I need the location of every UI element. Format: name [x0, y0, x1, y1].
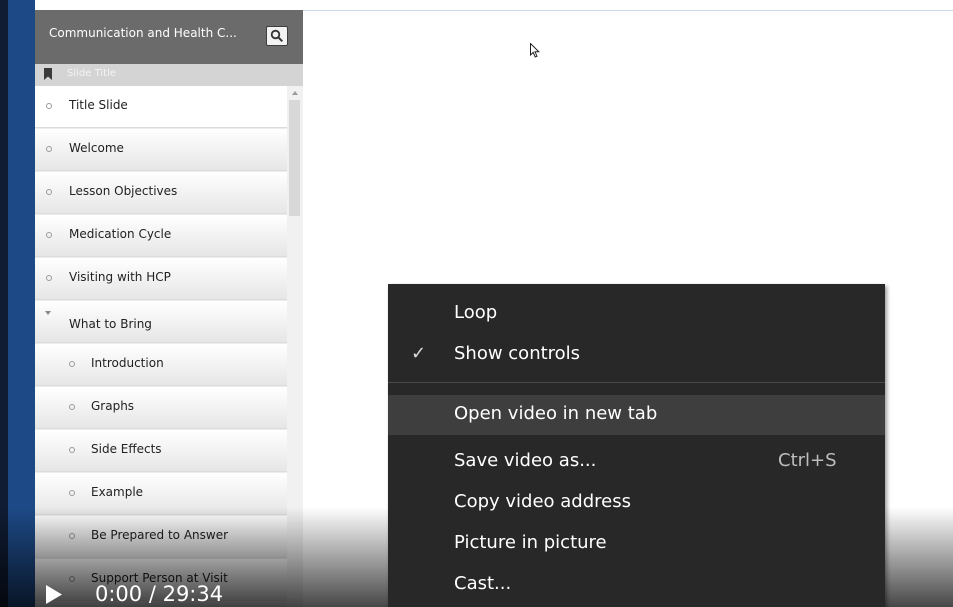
slide-list-item-label: What to Bring: [69, 317, 152, 331]
context-menu-item-label: Cast...: [454, 573, 512, 594]
slide-list-item[interactable]: Lesson Objectives: [35, 172, 287, 214]
content-top-border: [303, 10, 953, 11]
keyboard-shortcut: Ctrl+S: [778, 450, 837, 471]
context-menu-item-label: Copy video address: [454, 491, 631, 512]
bullet-icon: [46, 232, 52, 238]
menu-separator: [388, 382, 885, 383]
context-menu-item[interactable]: Cast...: [388, 565, 885, 605]
slide-list-item-label: Lesson Objectives: [69, 184, 178, 198]
slide-list-item-label: Visiting with HCP: [69, 270, 171, 284]
expand-arrow-icon[interactable]: [45, 311, 51, 315]
slide-list-item[interactable]: Medication Cycle: [35, 215, 287, 257]
column-header-label: Slide Title: [67, 68, 117, 79]
context-menu-item-label: Open video in new tab: [454, 403, 658, 424]
checkmark-icon: ✓: [411, 343, 427, 364]
slide-list-item-label: Side Effects: [91, 442, 162, 456]
context-menu-item-label: Loop: [454, 302, 498, 323]
slide-list-item-label: Example: [91, 485, 144, 499]
scrollbar-thumb[interactable]: [289, 100, 300, 216]
slide-list-item-label: Welcome: [69, 141, 124, 155]
bookmark-icon: [44, 68, 52, 80]
context-menu-item[interactable]: Picture in picture: [388, 524, 885, 564]
course-title: Communication and Health C...: [49, 26, 237, 40]
bullet-icon: [69, 490, 75, 496]
context-menu-item[interactable]: Save video as... Ctrl+S: [388, 442, 885, 482]
bullet-icon: [69, 447, 75, 453]
scroll-up-arrow-icon[interactable]: [292, 91, 298, 95]
play-icon[interactable]: [46, 585, 62, 604]
slide-list-item[interactable]: What to Bring: [35, 301, 287, 343]
bullet-icon: [46, 103, 52, 109]
context-menu-item-label: Save video as...: [454, 450, 597, 471]
context-menu-item-label: Picture in picture: [454, 532, 607, 553]
context-menu-item[interactable]: ✓ Show controls: [388, 335, 885, 375]
bullet-icon: [46, 275, 52, 281]
slide-list-item[interactable]: Introduction: [35, 344, 287, 386]
outline-column-header: Slide Title: [35, 64, 303, 86]
bullet-icon: [69, 404, 75, 410]
context-menu-item-label: Show controls: [454, 343, 581, 364]
slide-list-item[interactable]: Side Effects: [35, 430, 287, 472]
sidebar-header: Communication and Health C...: [35, 10, 303, 64]
context-menu-item[interactable]: Loop: [388, 294, 885, 334]
slide-list-item-label: Introduction: [91, 356, 164, 370]
player-window: Communication and Health C... Slide Titl…: [0, 0, 953, 607]
video-context-menu: Loop ✓ Show controls Open video in new tab S…: [388, 284, 885, 607]
context-menu-item[interactable]: Open video in new tab: [388, 395, 885, 435]
bullet-icon: [46, 146, 52, 152]
context-menu-item[interactable]: Copy video address: [388, 483, 885, 523]
mouse-cursor-icon: [530, 43, 540, 58]
video-time-display: 0:00 / 29:34: [95, 582, 224, 606]
slide-list-item[interactable]: Graphs: [35, 387, 287, 429]
slide-list-item-label: Graphs: [91, 399, 135, 413]
search-button[interactable]: [266, 26, 288, 46]
slide-list-item[interactable]: Visiting with HCP: [35, 258, 287, 300]
bullet-icon: [46, 189, 52, 195]
slide-list-item-label: Title Slide: [69, 98, 128, 112]
slide-list-item[interactable]: Title Slide: [35, 86, 287, 128]
slide-list-item[interactable]: Welcome: [35, 129, 287, 171]
bullet-icon: [69, 361, 75, 367]
slide-list-item-label: Medication Cycle: [69, 227, 172, 241]
search-icon: [270, 29, 284, 43]
